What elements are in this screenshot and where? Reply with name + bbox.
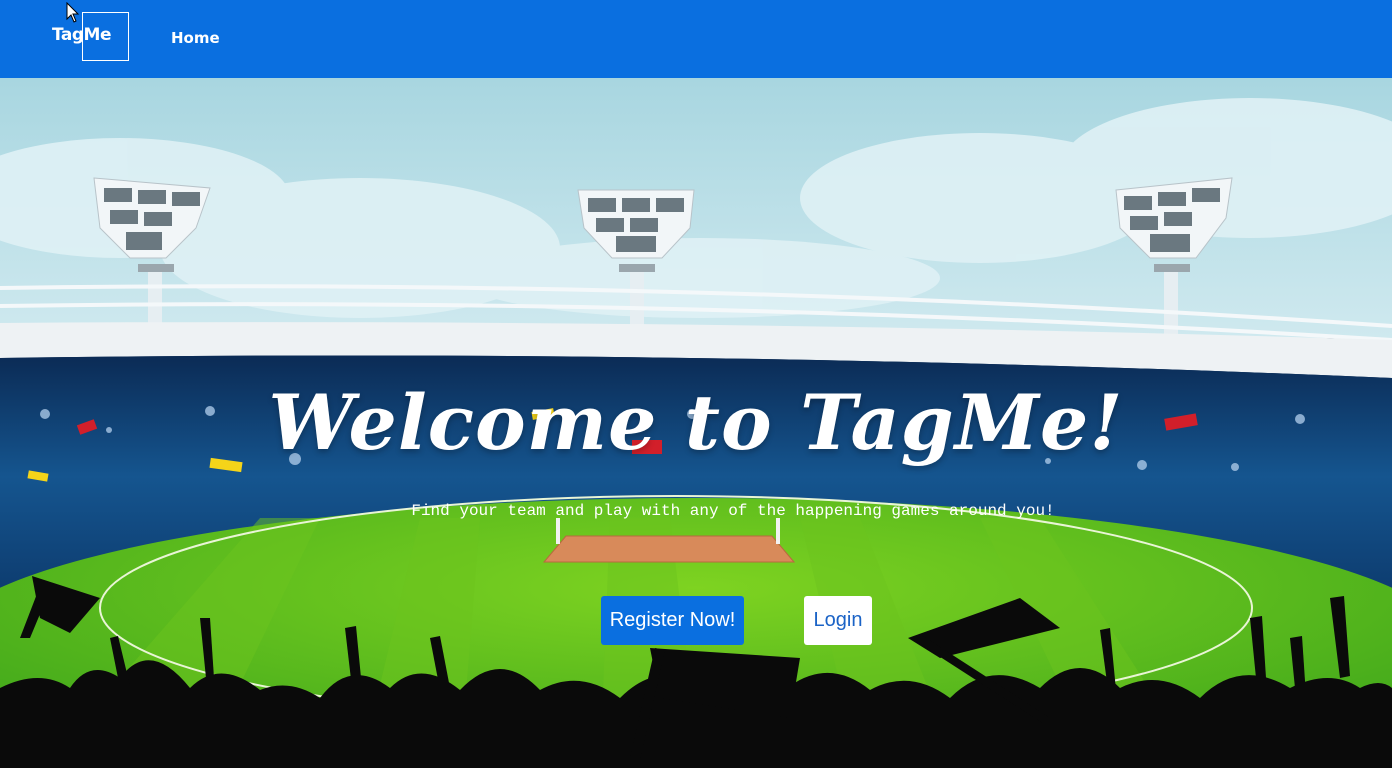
mouse-cursor-icon bbox=[66, 2, 80, 23]
hero-subtitle: Find your team and play with any of the … bbox=[411, 502, 1055, 520]
pitch bbox=[542, 535, 796, 563]
register-button[interactable]: Register Now! bbox=[601, 596, 744, 645]
nav-home-link[interactable]: Home bbox=[171, 29, 220, 47]
navbar: TagMe Home bbox=[0, 0, 1392, 78]
brand-text: TagMe bbox=[52, 25, 112, 45]
brand-logo[interactable]: TagMe bbox=[52, 12, 129, 61]
hero-section: Welcome to TagMe! Find your team and pla… bbox=[0, 78, 1392, 768]
hero-title: Welcome to TagMe! bbox=[268, 378, 1124, 467]
login-button[interactable]: Login bbox=[804, 596, 872, 645]
